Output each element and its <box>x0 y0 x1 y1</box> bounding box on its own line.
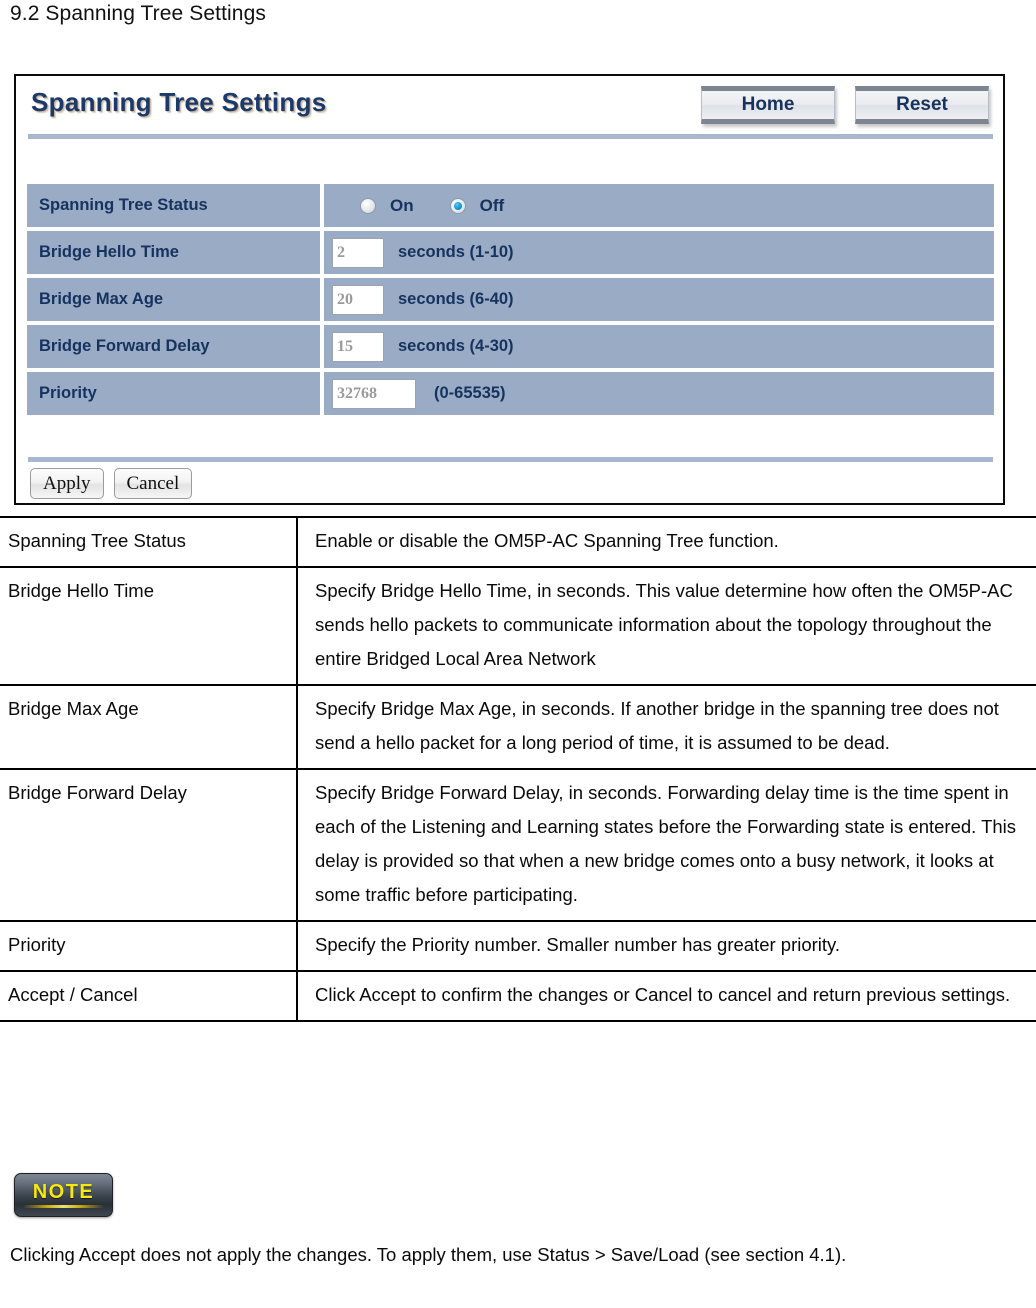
spanning-tree-status-radio-group: On Off <box>332 196 540 216</box>
desc-term: Accept / Cancel <box>0 970 298 1022</box>
page-title: 9.2 Spanning Tree Settings <box>10 2 266 25</box>
radio-on[interactable] <box>360 197 376 214</box>
panel-nav-buttons: Home Reset <box>701 86 989 124</box>
actions-divider <box>28 457 993 462</box>
desc-definition: Enable or disable the OM5P-AC Spanning T… <box>297 516 1036 568</box>
desc-term: Bridge Forward Delay <box>0 768 298 922</box>
note-text: Clicking Accept does not apply the chang… <box>10 1244 847 1265</box>
bridge-hello-time-unit: seconds (1-10) <box>398 243 514 261</box>
bridge-max-age-input[interactable]: 20 <box>332 284 384 315</box>
bridge-forward-delay-unit: seconds (4-30) <box>398 337 514 355</box>
table-row: Bridge Max Age Specify Bridge Max Age, i… <box>0 684 1036 770</box>
desc-term: Spanning Tree Status <box>0 516 298 568</box>
panel-title: Spanning Tree Settings <box>31 87 327 117</box>
setting-label-bridge-max-age: Bridge Max Age <box>27 278 324 321</box>
bridge-max-age-unit: seconds (6-40) <box>398 290 514 308</box>
table-row: Bridge Hello Time Specify Bridge Hello T… <box>0 566 1036 686</box>
setting-row-bridge-max-age: Bridge Max Age 20 seconds (6-40) <box>27 278 994 321</box>
table-row: Spanning Tree Status Enable or disable t… <box>0 516 1036 568</box>
desc-term: Bridge Hello Time <box>0 566 298 686</box>
setting-row-bridge-hello-time: Bridge Hello Time 2 seconds (1-10) <box>27 231 994 274</box>
setting-value-bridge-forward-delay: 15 seconds (4-30) <box>324 325 994 368</box>
desc-definition: Specify Bridge Forward Delay, in seconds… <box>297 768 1036 922</box>
apply-button[interactable]: Apply <box>30 468 104 499</box>
priority-input[interactable]: 32768 <box>332 378 416 409</box>
panel-action-buttons: Apply Cancel <box>30 468 193 499</box>
table-row: Priority Specify the Priority number. Sm… <box>0 920 1036 972</box>
radio-on-label: On <box>390 195 414 215</box>
setting-label-bridge-forward-delay: Bridge Forward Delay <box>27 325 324 368</box>
desc-definition: Click Accept to confirm the changes or C… <box>297 970 1036 1022</box>
priority-range: (0-65535) <box>434 384 506 402</box>
bridge-hello-time-input[interactable]: 2 <box>332 237 384 268</box>
field-description-table: Spanning Tree Status Enable or disable t… <box>0 516 1036 1022</box>
spanning-tree-settings-panel: Spanning Tree Settings Home Reset Spanni… <box>14 74 1005 505</box>
radio-off[interactable] <box>449 197 466 214</box>
panel-titlebar: Spanning Tree Settings Home Reset <box>16 76 1003 135</box>
bridge-forward-delay-input[interactable]: 15 <box>332 331 384 362</box>
desc-term: Priority <box>0 920 298 972</box>
note-glow-line <box>23 1205 104 1208</box>
setting-value-priority: 32768 (0-65535) <box>324 372 994 415</box>
setting-row-bridge-forward-delay: Bridge Forward Delay 15 seconds (4-30) <box>27 325 994 368</box>
radio-off-label: Off <box>479 195 505 215</box>
setting-value-bridge-max-age: 20 seconds (6-40) <box>324 278 994 321</box>
note-badge-label: NOTE <box>32 1180 95 1203</box>
table-row: Accept / Cancel Click Accept to confirm … <box>0 970 1036 1022</box>
reset-button[interactable]: Reset <box>855 86 989 124</box>
home-button[interactable]: Home <box>701 86 835 124</box>
cancel-button[interactable]: Cancel <box>113 468 193 499</box>
setting-label-spanning-tree-status: Spanning Tree Status <box>27 184 324 227</box>
settings-rows: Spanning Tree Status On Off Bridge Hello… <box>27 184 994 419</box>
setting-value-spanning-tree-status: On Off <box>324 184 994 227</box>
setting-label-priority: Priority <box>27 372 324 415</box>
setting-label-bridge-hello-time: Bridge Hello Time <box>27 231 324 274</box>
desc-definition: Specify Bridge Hello Time, in seconds. T… <box>297 566 1036 686</box>
setting-row-priority: Priority 32768 (0-65535) <box>27 372 994 415</box>
setting-row-spanning-tree-status: Spanning Tree Status On Off <box>27 184 994 227</box>
note-badge: NOTE <box>14 1173 113 1217</box>
desc-definition: Specify Bridge Max Age, in seconds. If a… <box>297 684 1036 770</box>
setting-value-bridge-hello-time: 2 seconds (1-10) <box>324 231 994 274</box>
desc-definition: Specify the Priority number. Smaller num… <box>297 920 1036 972</box>
desc-term: Bridge Max Age <box>0 684 298 770</box>
table-row: Bridge Forward Delay Specify Bridge Forw… <box>0 768 1036 922</box>
title-divider <box>28 134 993 139</box>
